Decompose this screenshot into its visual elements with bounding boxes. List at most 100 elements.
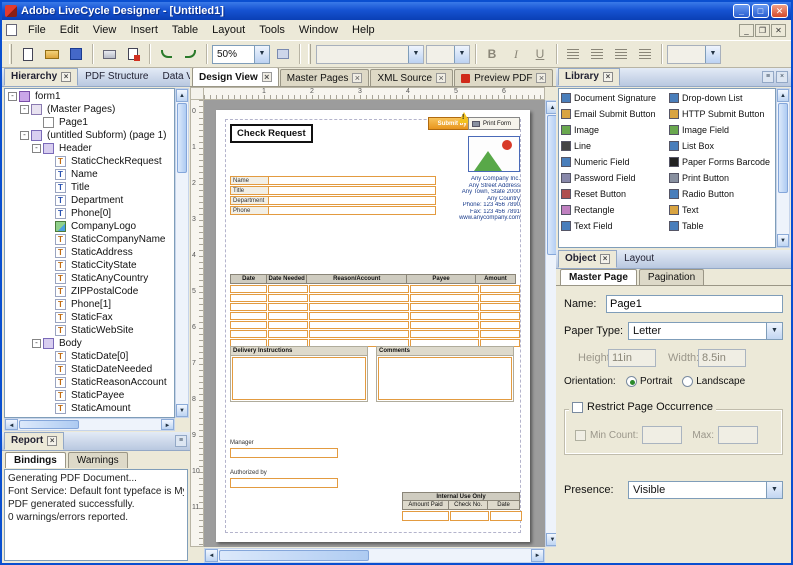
tab-close-icon[interactable]: × <box>352 73 363 83</box>
scroll-thumb[interactable] <box>177 103 187 173</box>
tree-expander-icon[interactable]: - <box>20 131 29 140</box>
min-count-input[interactable] <box>642 426 683 444</box>
tab-master-pages[interactable]: Master Pages × <box>279 69 370 86</box>
align-center-button[interactable] <box>586 43 608 65</box>
chevron-down-icon[interactable]: ▼ <box>408 45 423 63</box>
library-item[interactable]: Rectangle <box>559 202 667 218</box>
close-icon[interactable]: ✕ <box>771 4 788 18</box>
library-item[interactable]: Text <box>667 202 775 218</box>
name-input[interactable] <box>606 295 783 313</box>
chevron-down-icon[interactable]: ▼ <box>705 45 720 63</box>
tree-item[interactable]: StaticDate[0] <box>5 350 174 363</box>
form-table-cell[interactable] <box>268 330 309 338</box>
max-input[interactable] <box>718 426 759 444</box>
mdi-minimize-icon[interactable]: _ <box>739 23 754 37</box>
tree-item[interactable]: StaticCheckRequest <box>5 155 174 168</box>
menu-edit[interactable]: Edit <box>53 21 86 39</box>
tab-layout[interactable]: Layout <box>617 250 661 268</box>
internal-cell[interactable] <box>402 511 450 521</box>
scroll-down-icon[interactable]: ▼ <box>176 404 188 417</box>
menu-table[interactable]: Table <box>165 21 205 39</box>
tree-item[interactable]: StaticFax <box>5 311 174 324</box>
style-select[interactable]: ▼ <box>667 44 721 64</box>
tree-item[interactable]: StaticDateNeeded <box>5 363 174 376</box>
tab-close-icon[interactable]: × <box>261 72 272 82</box>
portrait-radio[interactable] <box>626 376 637 387</box>
form-table-cell[interactable] <box>230 294 268 302</box>
tree-item[interactable]: StaticCityState <box>5 259 174 272</box>
form-table-cell[interactable] <box>230 285 268 293</box>
restrict-page-checkbox[interactable] <box>572 401 583 413</box>
form-table-cell[interactable] <box>268 285 309 293</box>
library-item[interactable]: Drop-down List <box>667 90 775 106</box>
close-icon[interactable]: × <box>776 71 788 83</box>
tree-item[interactable]: StaticAddress <box>5 246 174 259</box>
tab-report[interactable]: Report × <box>4 432 65 450</box>
tab-data-view[interactable]: Data View <box>156 68 191 86</box>
print-form-button[interactable]: Print Form <box>468 117 520 130</box>
form-field-row[interactable]: Name <box>230 176 436 185</box>
height-input[interactable] <box>608 349 656 367</box>
minimize-icon[interactable]: _ <box>733 4 750 18</box>
form-table-cell[interactable] <box>479 330 520 338</box>
underline-button[interactable]: U <box>529 43 551 65</box>
form-field-row[interactable]: Title <box>230 186 436 195</box>
scroll-left-icon[interactable]: ◄ <box>205 549 218 562</box>
form-table-cell[interactable] <box>268 312 309 320</box>
form-table-cell[interactable] <box>410 303 479 311</box>
library-item[interactable]: Line <box>559 138 667 154</box>
form-table-cell[interactable] <box>410 294 479 302</box>
chevron-down-icon[interactable]: ▼ <box>254 45 269 63</box>
scroll-thumb[interactable] <box>778 103 788 193</box>
print-button[interactable] <box>98 43 120 65</box>
new-form-button[interactable] <box>17 43 39 65</box>
tree-expander-icon[interactable]: - <box>20 105 29 114</box>
form-table-cell[interactable] <box>309 321 410 329</box>
tree-item[interactable]: - (untitled Subform) (page 1) <box>5 129 174 142</box>
font-size-select[interactable]: ▼ <box>426 44 470 64</box>
library-item[interactable]: Radio Button <box>667 186 775 202</box>
tab-hierarchy[interactable]: Hierarchy × <box>4 68 79 86</box>
scroll-down-icon[interactable]: ▼ <box>777 234 789 247</box>
toolbar-grip[interactable] <box>308 44 311 64</box>
tree-item[interactable]: - form1 <box>5 90 174 103</box>
form-table-cell[interactable] <box>479 303 520 311</box>
close-icon[interactable]: × <box>47 435 58 446</box>
tree-item[interactable]: Phone[0] <box>5 207 174 220</box>
font-family-select[interactable]: ▼ <box>316 44 424 64</box>
design-canvas[interactable]: Check Request Submit by Email Print Form… <box>204 100 545 547</box>
close-icon[interactable]: × <box>61 71 72 82</box>
canvas-hscrollbar[interactable]: ◄ ► <box>204 548 545 563</box>
library-item[interactable]: Reset Button <box>559 186 667 202</box>
form-table-cell[interactable] <box>230 312 268 320</box>
undo-button[interactable] <box>155 43 177 65</box>
tree-item[interactable]: Page1 <box>5 116 174 129</box>
form-table-cell[interactable] <box>410 321 479 329</box>
company-logo-image[interactable] <box>468 136 520 172</box>
zoom-select[interactable]: 50% ▼ <box>212 44 270 64</box>
tree-item[interactable]: - Body <box>5 337 174 350</box>
internal-cell[interactable] <box>450 511 490 521</box>
form-field-input[interactable] <box>269 187 435 194</box>
tree-expander-icon[interactable]: - <box>32 339 41 348</box>
form-table-cell[interactable] <box>230 330 268 338</box>
form-table-cell[interactable] <box>268 321 309 329</box>
tree-expander-icon[interactable]: - <box>8 92 17 101</box>
open-button[interactable] <box>41 43 63 65</box>
form-field-row[interactable]: Department <box>230 196 436 205</box>
tab-master-page[interactable]: Master Page <box>560 269 637 285</box>
scroll-up-icon[interactable]: ▲ <box>176 89 188 102</box>
min-count-checkbox[interactable] <box>575 429 586 441</box>
tree-expander-icon[interactable]: - <box>32 144 41 153</box>
form-table-cell[interactable] <box>410 330 479 338</box>
library-item[interactable]: Text Field <box>559 218 667 234</box>
library-item[interactable]: Table <box>667 218 775 234</box>
library-item[interactable]: HTTP Submit Button <box>667 106 775 122</box>
tree-item[interactable]: ZIPPostalCode <box>5 285 174 298</box>
library-item[interactable]: Document Signature <box>559 90 667 106</box>
menu-layout[interactable]: Layout <box>205 21 252 39</box>
presence-select[interactable]: Visible ▼ <box>628 481 783 499</box>
tab-close-icon[interactable]: × <box>536 73 547 83</box>
landscape-radio[interactable] <box>682 376 694 387</box>
form-table-cell[interactable] <box>230 321 268 329</box>
